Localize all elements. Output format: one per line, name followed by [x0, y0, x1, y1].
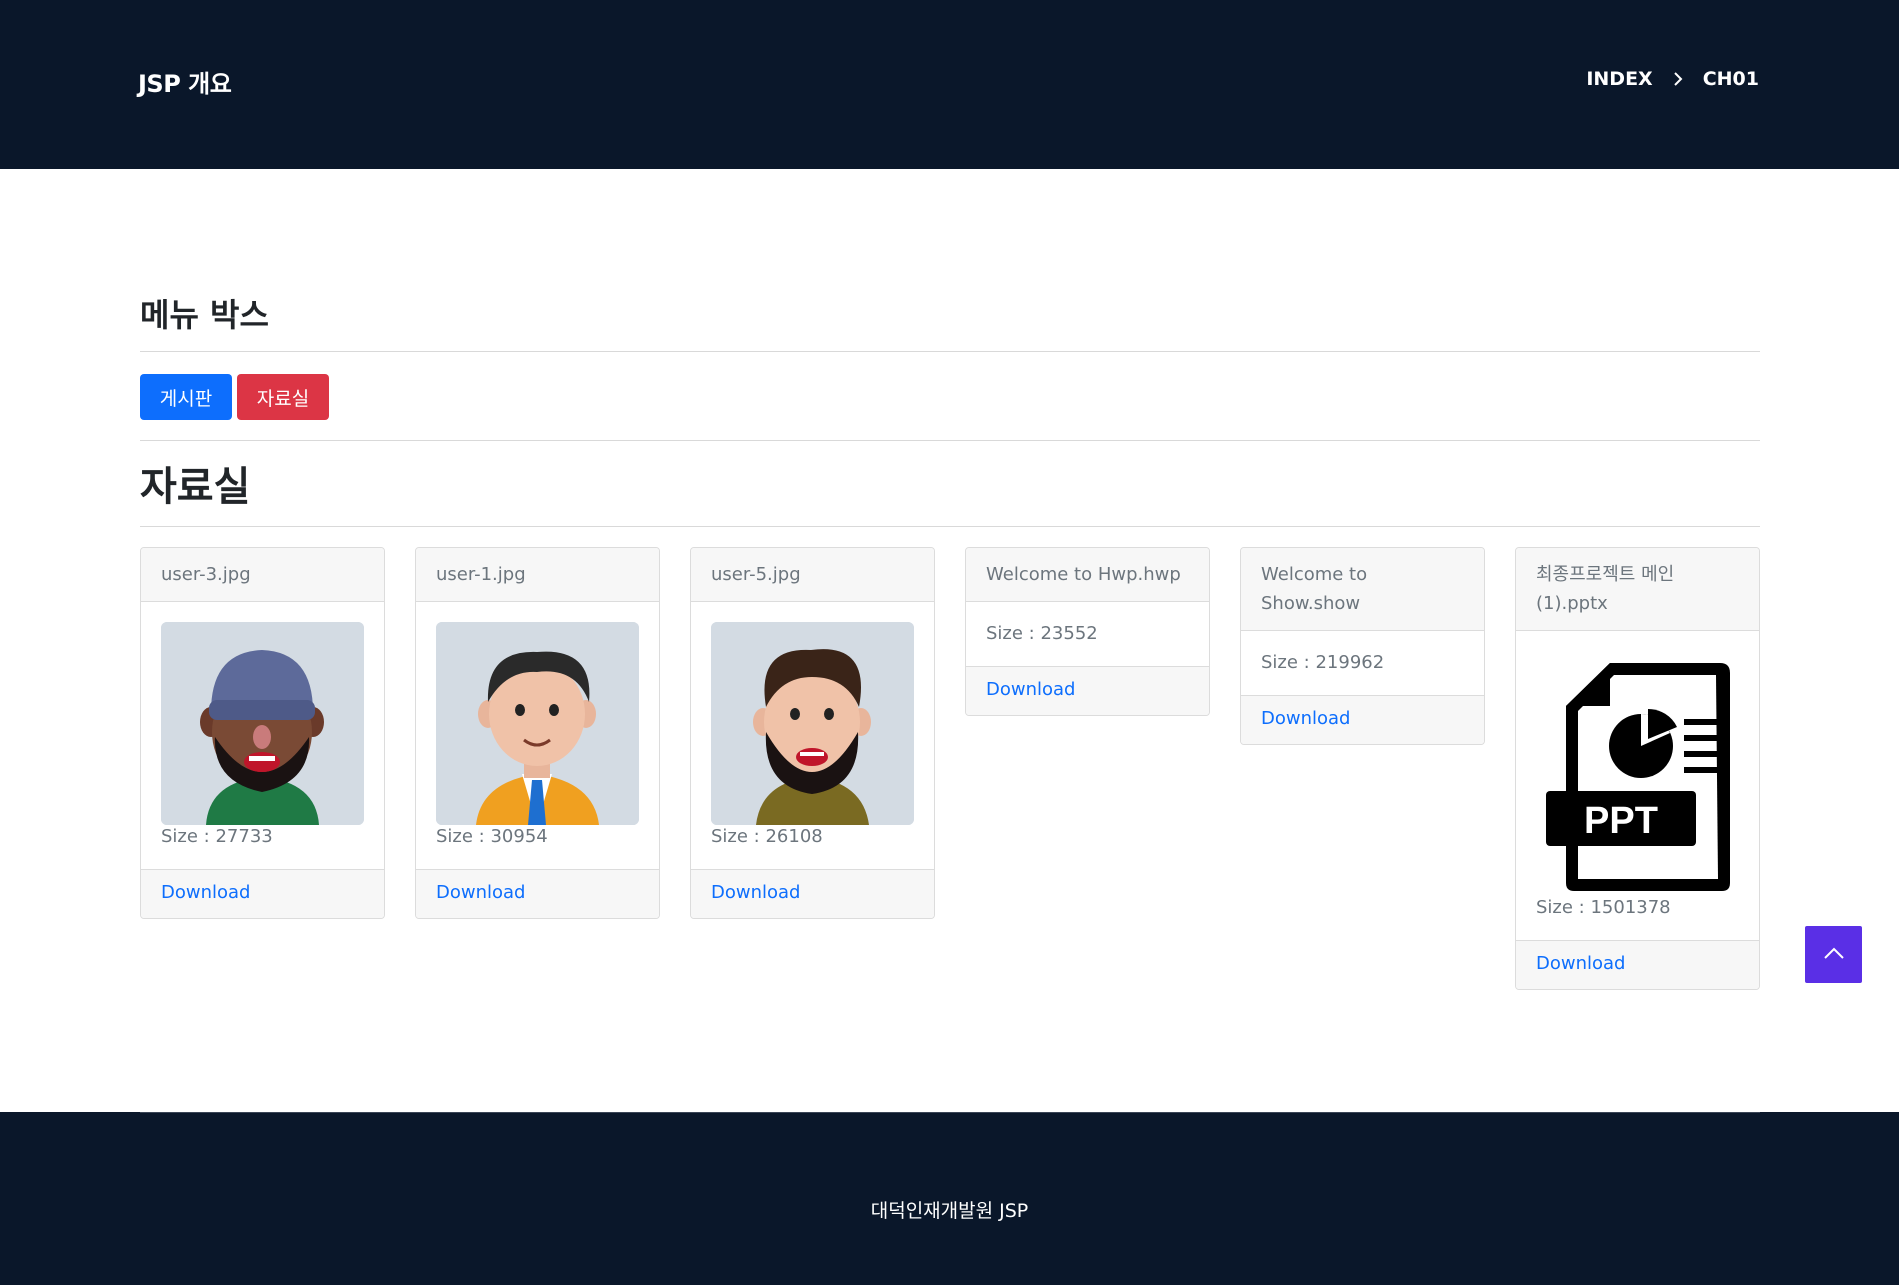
download-link[interactable]: Download: [1261, 708, 1350, 729]
file-size: Size : 1501378: [1536, 897, 1671, 918]
ppt-file-icon: PPT: [1536, 651, 1739, 896]
file-name: user-1.jpg: [416, 548, 659, 602]
download-link[interactable]: Download: [1536, 953, 1625, 974]
file-card: Welcome to Hwp.hwp Size : 23552 Download: [965, 547, 1210, 716]
scroll-to-top-button[interactable]: [1805, 926, 1862, 983]
breadcrumb-index[interactable]: INDEX: [1586, 68, 1652, 90]
archive-section-title: 자료실: [140, 464, 251, 510]
footer-text: 대덕인재개발원 JSP: [870, 1200, 1029, 1222]
site-header: JSP 개요 INDEX CH01: [0, 0, 1899, 169]
file-name: 최종프로젝트 메인 (1).pptx: [1516, 548, 1759, 631]
file-name: Welcome to Show.show: [1241, 548, 1484, 631]
file-card: Welcome to Show.show Size : 219962 Downl…: [1240, 547, 1485, 745]
board-button[interactable]: 게시판: [140, 374, 232, 420]
download-link[interactable]: Download: [161, 882, 250, 903]
divider: [140, 440, 1760, 441]
download-link[interactable]: Download: [436, 882, 525, 903]
download-link[interactable]: Download: [986, 679, 1075, 700]
breadcrumb-current: CH01: [1702, 68, 1759, 90]
file-card: 최종프로젝트 메인 (1).pptx PPT Size : 1501378 Do…: [1515, 547, 1760, 990]
download-link[interactable]: Download: [711, 882, 800, 903]
chevron-right-icon: [1671, 69, 1685, 89]
file-size: Size : 27733: [161, 826, 273, 847]
file-name: user-3.jpg: [141, 548, 384, 602]
site-brand[interactable]: JSP 개요: [138, 64, 232, 99]
file-card: user-1.jpg Size : 30954 Download: [415, 547, 660, 919]
menu-section-title: 메뉴 박스: [140, 296, 269, 334]
divider: [140, 526, 1760, 527]
file-card: user-5.jpg Size : 26108 Download: [690, 547, 935, 919]
ppt-label: PPT: [1584, 800, 1658, 842]
avatar-jacket-image: [436, 622, 639, 825]
file-size: Size : 219962: [1261, 652, 1385, 673]
avatar-beard-image: [711, 622, 914, 825]
file-name: Welcome to Hwp.hwp: [966, 548, 1209, 602]
avatar-beanie-image: [161, 622, 364, 825]
site-footer: 대덕인재개발원 JSP: [0, 1112, 1899, 1285]
file-size: Size : 23552: [986, 623, 1098, 644]
file-name: user-5.jpg: [691, 548, 934, 602]
divider: [140, 1112, 1760, 1113]
chevron-up-icon: [1823, 945, 1845, 964]
file-card: user-3.jpg Size : 27733 Download: [140, 547, 385, 919]
archive-button[interactable]: 자료실: [237, 374, 329, 420]
file-size: Size : 30954: [436, 826, 548, 847]
breadcrumb: INDEX CH01: [1586, 68, 1759, 90]
divider: [140, 351, 1760, 352]
file-size: Size : 26108: [711, 826, 823, 847]
